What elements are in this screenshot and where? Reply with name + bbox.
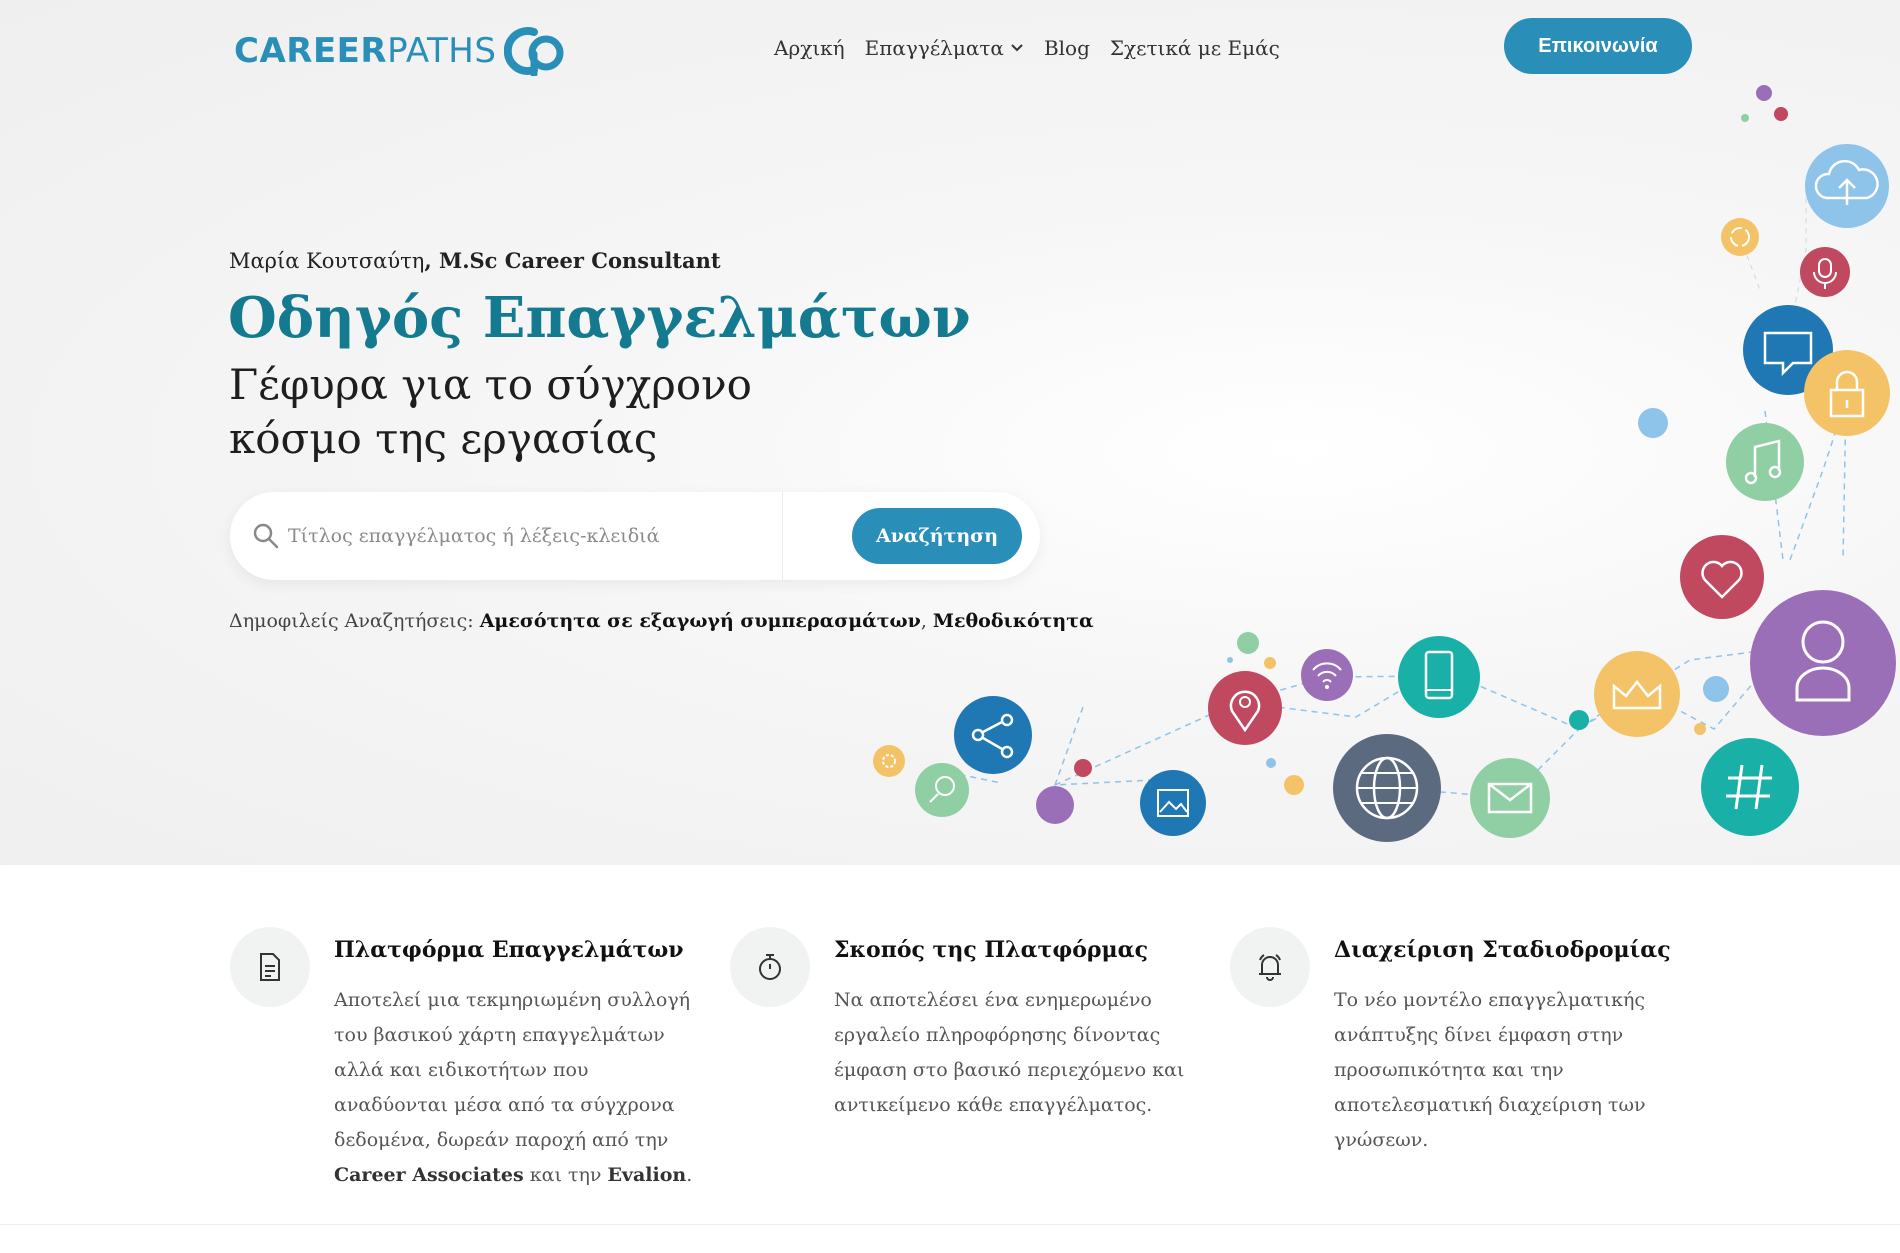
microphone-icon xyxy=(1800,247,1850,297)
lock-icon xyxy=(1804,350,1890,436)
feature-icon-wrap xyxy=(730,927,810,1007)
feature-text-bold: Career Associates xyxy=(334,1164,524,1186)
decor-dot xyxy=(1694,723,1706,735)
mail-icon xyxy=(1470,758,1550,838)
feature-title: Πλατφόρμα Επαγγελμάτων xyxy=(334,937,684,963)
feature-text: Το νέο μοντέλο επαγγελματικής ανάπτυξης … xyxy=(1334,989,1646,1151)
decor-dot xyxy=(1569,710,1589,730)
decor-dot xyxy=(1756,85,1772,101)
bell-icon xyxy=(1259,954,1281,981)
decor-dot xyxy=(1227,657,1233,663)
feature-text: Να αποτελέσει ένα ενημερωμένο εργαλείο π… xyxy=(834,989,1185,1116)
gear-icon xyxy=(873,745,905,777)
feature-icon-wrap xyxy=(1230,927,1310,1007)
feature-text-bold: Evalion xyxy=(607,1164,687,1186)
globe-icon xyxy=(1333,734,1441,842)
feature-text-part: . xyxy=(686,1164,693,1186)
feature-text-part: Αποτελεί μια τεκμηριωμένη συλλογή του βα… xyxy=(334,989,691,1151)
feature-title: Σκοπός της Πλατφόρμας xyxy=(834,937,1148,963)
refresh-icon xyxy=(1721,218,1759,256)
feature-text-part: και την xyxy=(523,1164,608,1186)
decor-dot xyxy=(1264,657,1276,669)
crown-icon xyxy=(1594,651,1680,737)
feature-text: Αποτελεί μια τεκμηριωμένη συλλογή του βα… xyxy=(334,983,704,1193)
features-section: Πλατφόρμα Επαγγελμάτων Αποτελεί μια τεκμ… xyxy=(0,865,1900,1253)
decor-dot xyxy=(1237,632,1259,654)
decor-dot xyxy=(1036,786,1074,824)
network-illustration xyxy=(873,85,1896,842)
decor-dot xyxy=(1703,676,1729,702)
stopwatch-icon xyxy=(759,954,781,980)
share-icon xyxy=(954,696,1032,774)
hashtag-icon xyxy=(1701,738,1799,836)
decor-dot xyxy=(1284,775,1304,795)
decor-dot xyxy=(1638,408,1668,438)
image-icon xyxy=(1140,770,1206,836)
feature-title: Διαχείριση Σταδιοδρομίας xyxy=(1334,937,1671,963)
wifi-icon xyxy=(1301,649,1353,701)
magnifier-icon xyxy=(915,763,969,817)
decor-dot xyxy=(1741,114,1749,122)
decor-dot xyxy=(1774,107,1788,121)
decor-dot xyxy=(1074,759,1092,777)
mobile-phone-icon xyxy=(1398,636,1480,718)
music-icon xyxy=(1726,423,1804,501)
feature-icon-wrap xyxy=(230,927,310,1007)
heart-icon xyxy=(1680,535,1764,619)
user-icon xyxy=(1750,590,1896,736)
divider xyxy=(0,1224,1900,1225)
location-pin-icon xyxy=(1208,671,1282,745)
cloud-upload-icon xyxy=(1805,144,1889,228)
document-icon xyxy=(260,953,280,981)
decor-dot xyxy=(1266,758,1276,768)
